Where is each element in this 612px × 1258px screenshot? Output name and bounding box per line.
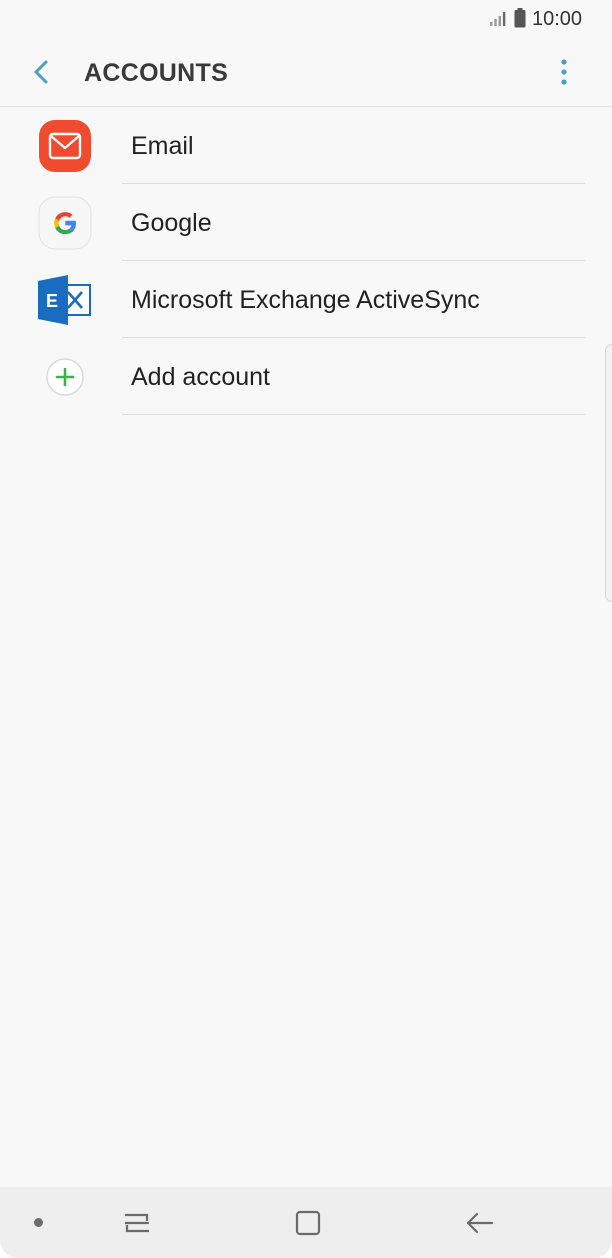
list-item-google[interactable]: Google — [0, 184, 612, 261]
divider — [122, 414, 585, 415]
chevron-left-icon — [34, 60, 48, 84]
more-vertical-icon — [561, 59, 567, 85]
accounts-screen: 10:00 ACCOUNTS Email Google E Microsoft … — [0, 0, 612, 1258]
svg-text:E: E — [46, 291, 58, 311]
google-icon — [38, 196, 92, 250]
item-label: Add account — [131, 363, 270, 391]
list-item-exchange[interactable]: E Microsoft Exchange ActiveSync — [0, 261, 612, 338]
list-item-add-account[interactable]: Add account — [0, 338, 612, 415]
add-icon — [46, 358, 84, 396]
exchange-icon: E — [38, 275, 91, 325]
nav-dot-icon[interactable] — [34, 1218, 43, 1227]
app-bar: ACCOUNTS — [0, 38, 612, 107]
recent-apps-icon — [125, 1213, 149, 1233]
email-icon — [39, 120, 91, 172]
list-item-email[interactable]: Email — [0, 107, 612, 184]
battery-icon — [514, 8, 526, 28]
home-button[interactable] — [288, 1203, 328, 1243]
item-label: Microsoft Exchange ActiveSync — [131, 286, 480, 314]
back-button[interactable] — [22, 52, 62, 92]
account-list: Email Google E Microsoft Exchange Active… — [0, 107, 612, 415]
back-nav-button[interactable] — [460, 1203, 500, 1243]
recent-apps-button[interactable] — [117, 1203, 157, 1243]
more-options-button[interactable] — [546, 52, 582, 92]
status-time: 10:00 — [532, 8, 583, 30]
item-label: Google — [131, 209, 212, 237]
item-label: Email — [131, 132, 194, 160]
signal-icon — [490, 12, 506, 26]
home-icon — [295, 1210, 321, 1236]
back-icon — [466, 1212, 494, 1234]
edge-panel-handle[interactable] — [605, 344, 612, 602]
status-bar: 10:00 — [0, 0, 612, 38]
navigation-bar — [0, 1187, 612, 1258]
page-title: ACCOUNTS — [84, 59, 229, 87]
